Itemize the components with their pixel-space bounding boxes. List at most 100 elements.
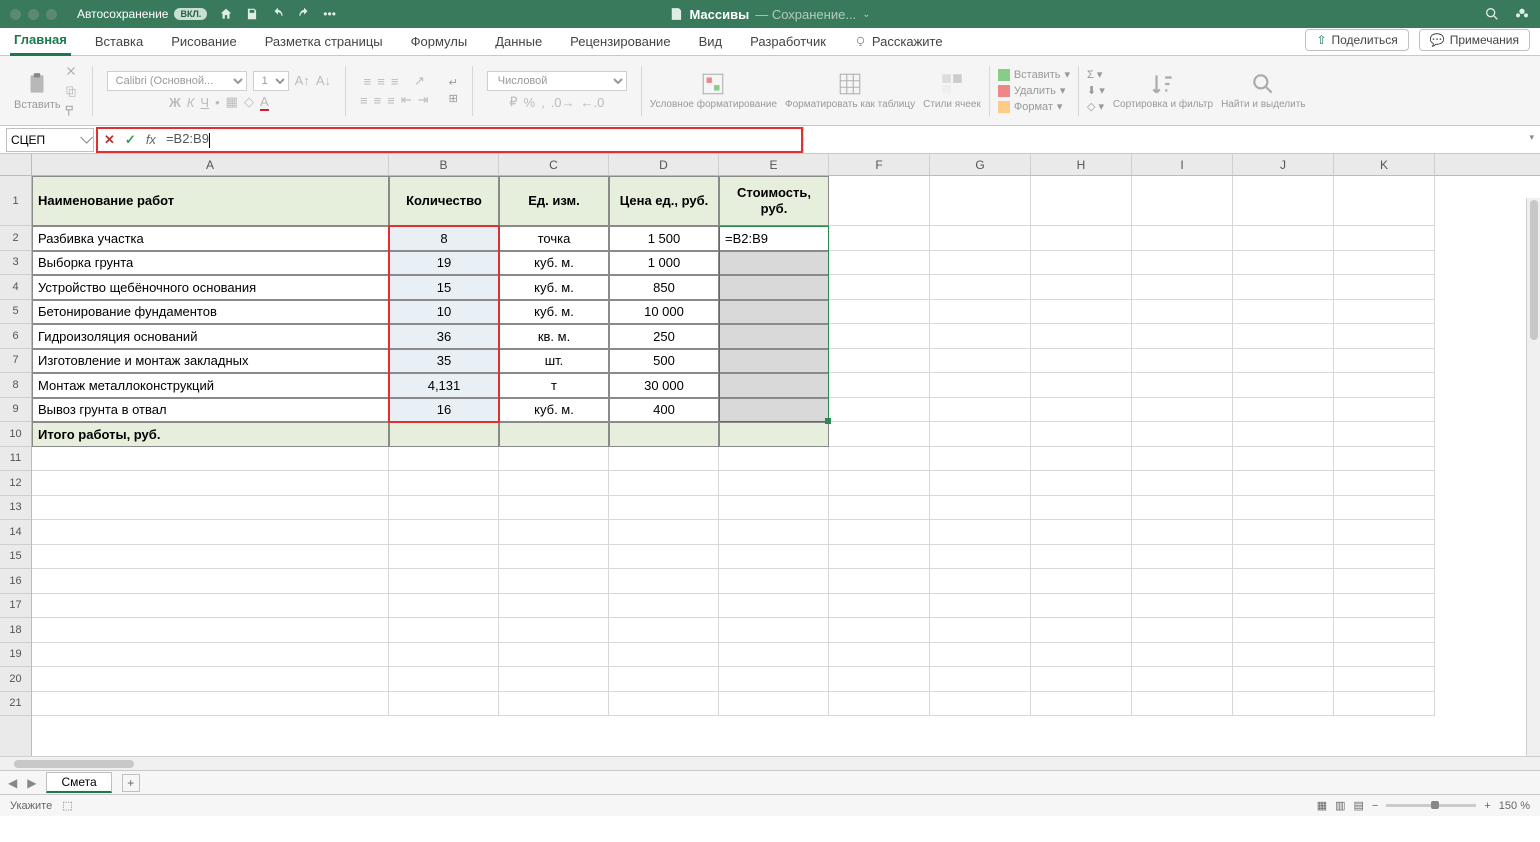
- format-as-table-button[interactable]: Форматировать как таблицу: [785, 71, 915, 111]
- row-header[interactable]: 14: [0, 520, 31, 545]
- tab-review[interactable]: Рецензирование: [566, 29, 674, 55]
- format-painter-icon[interactable]: [64, 104, 78, 118]
- percent-icon[interactable]: %: [524, 95, 536, 110]
- col-header-H[interactable]: H: [1031, 154, 1132, 175]
- comma-icon[interactable]: ,: [541, 95, 545, 110]
- autosum-button[interactable]: Σ ▾: [1087, 68, 1105, 81]
- col-header-I[interactable]: I: [1132, 154, 1233, 175]
- cancel-icon[interactable]: ✕: [104, 132, 115, 148]
- bold-button[interactable]: Ж: [169, 95, 181, 110]
- row-header[interactable]: 6: [0, 324, 31, 349]
- currency-icon[interactable]: ₽: [509, 94, 517, 110]
- row-header[interactable]: 21: [0, 692, 31, 717]
- tab-data[interactable]: Данные: [491, 29, 546, 55]
- more-icon[interactable]: •••: [323, 7, 336, 21]
- zoom-slider[interactable]: [1386, 804, 1476, 807]
- delete-cells-button[interactable]: Удалить ▾: [998, 84, 1070, 97]
- formula-bar-expand[interactable]: [803, 126, 1540, 153]
- window-controls[interactable]: [10, 9, 57, 20]
- tab-draw[interactable]: Рисование: [167, 29, 240, 55]
- row-header[interactable]: 20: [0, 667, 31, 692]
- tab-formulas[interactable]: Формулы: [407, 29, 472, 55]
- zoom-in-button[interactable]: +: [1484, 800, 1490, 812]
- tab-insert[interactable]: Вставка: [91, 29, 147, 55]
- redo-icon[interactable]: [297, 7, 311, 21]
- clear-button[interactable]: ◇ ▾: [1087, 100, 1105, 113]
- col-header-K[interactable]: K: [1334, 154, 1435, 175]
- font-color-button[interactable]: А: [260, 94, 269, 111]
- font-size-select[interactable]: 12: [253, 71, 289, 91]
- sort-filter-button[interactable]: Сортировка и фильтр: [1113, 71, 1213, 111]
- decrease-font-icon[interactable]: A↓: [316, 73, 331, 88]
- tab-developer[interactable]: Разработчик: [746, 29, 830, 55]
- header-cell[interactable]: Ед. изм.: [499, 176, 609, 226]
- enter-icon[interactable]: ✓: [125, 132, 136, 148]
- row-header[interactable]: 12: [0, 471, 31, 496]
- undo-icon[interactable]: [271, 7, 285, 21]
- view-break-icon[interactable]: ▤: [1354, 799, 1364, 812]
- align-bottom-icon[interactable]: ≡: [391, 74, 399, 89]
- align-center-icon[interactable]: ≡: [374, 93, 382, 108]
- add-sheet-button[interactable]: +: [122, 774, 140, 792]
- fill-button[interactable]: ⬇ ▾: [1087, 84, 1105, 97]
- col-header-B[interactable]: B: [389, 154, 499, 175]
- tab-pagelayout[interactable]: Разметка страницы: [261, 29, 387, 55]
- col-header-E[interactable]: E: [719, 154, 829, 175]
- grid[interactable]: 1 2 3 4 5 6 7 8 9 10 11 12 13 14 15 16 1…: [0, 176, 1540, 756]
- row-header[interactable]: 4: [0, 275, 31, 300]
- sheet-nav-next[interactable]: ▶: [27, 776, 36, 790]
- row-header[interactable]: 19: [0, 643, 31, 668]
- select-all-corner[interactable]: [0, 154, 32, 176]
- increase-font-icon[interactable]: A↑: [295, 73, 310, 88]
- copy-icon[interactable]: [64, 84, 78, 98]
- row-header[interactable]: 11: [0, 447, 31, 472]
- wrap-text-icon[interactable]: ↵: [449, 76, 458, 89]
- autosave-toggle[interactable]: Автосохранение ВКЛ.: [77, 7, 207, 21]
- active-cell[interactable]: =B2:B9: [719, 226, 829, 251]
- inc-decimal-icon[interactable]: .0→: [551, 95, 575, 110]
- orientation-icon[interactable]: ↗: [414, 73, 425, 89]
- vertical-scrollbar[interactable]: [1526, 198, 1540, 756]
- col-header-J[interactable]: J: [1233, 154, 1334, 175]
- sheet-tab[interactable]: Смета: [46, 772, 111, 793]
- row-header[interactable]: 10: [0, 422, 31, 447]
- row-header[interactable]: 7: [0, 349, 31, 374]
- zoom-level[interactable]: 150 %: [1499, 800, 1530, 812]
- cell-styles-button[interactable]: Стили ячеек: [923, 71, 981, 111]
- macro-record-icon[interactable]: ⬚: [62, 799, 72, 812]
- view-page-icon[interactable]: ▥: [1335, 799, 1345, 812]
- comments-button[interactable]: 💬Примечания: [1419, 29, 1530, 51]
- header-cell[interactable]: Наименование работ: [32, 176, 389, 226]
- row-header[interactable]: 18: [0, 618, 31, 643]
- sheet-nav-prev[interactable]: ◀: [8, 776, 17, 790]
- number-format-select[interactable]: Числовой: [487, 71, 627, 91]
- format-cells-button[interactable]: Формат ▾: [998, 100, 1070, 113]
- col-header-C[interactable]: C: [499, 154, 609, 175]
- tab-home[interactable]: Главная: [10, 27, 71, 56]
- search-icon[interactable]: [1484, 6, 1500, 22]
- header-cell[interactable]: Количество: [389, 176, 499, 226]
- align-left-icon[interactable]: ≡: [360, 93, 368, 108]
- row-header[interactable]: 17: [0, 594, 31, 619]
- tab-view[interactable]: Вид: [695, 29, 727, 55]
- name-box[interactable]: СЦЕП: [6, 128, 94, 152]
- row-header[interactable]: 16: [0, 569, 31, 594]
- dec-decimal-icon[interactable]: ←.0: [581, 95, 605, 110]
- italic-button[interactable]: К: [187, 95, 195, 110]
- conditional-formatting-button[interactable]: Условное форматирование: [650, 71, 777, 111]
- home-icon[interactable]: [219, 7, 233, 21]
- header-cell[interactable]: Цена ед., руб.: [609, 176, 719, 226]
- row-header[interactable]: 9: [0, 398, 31, 423]
- save-icon[interactable]: [245, 7, 259, 21]
- row-header[interactable]: 3: [0, 251, 31, 276]
- formula-bar[interactable]: ✕ ✓ fx =B2:B9: [96, 127, 803, 153]
- fx-icon[interactable]: fx: [146, 132, 156, 147]
- align-right-icon[interactable]: ≡: [387, 93, 395, 108]
- col-header-D[interactable]: D: [609, 154, 719, 175]
- share-button[interactable]: ⇧Поделиться: [1305, 29, 1408, 51]
- row-header[interactable]: 5: [0, 300, 31, 325]
- row-header[interactable]: 8: [0, 373, 31, 398]
- align-middle-icon[interactable]: ≡: [377, 74, 385, 89]
- horizontal-scrollbar[interactable]: [0, 756, 1540, 770]
- paste-button[interactable]: Вставить: [14, 71, 61, 111]
